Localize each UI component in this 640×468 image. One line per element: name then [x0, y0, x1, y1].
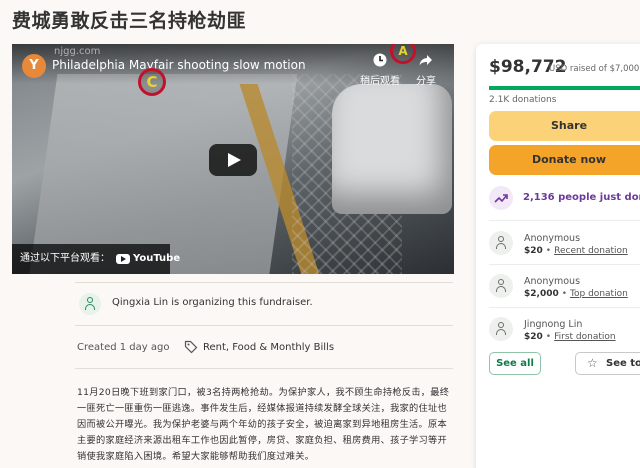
channel-avatar[interactable]: Y	[22, 54, 46, 78]
donor-avatar	[489, 274, 513, 298]
divider	[489, 307, 640, 308]
person-icon	[496, 279, 506, 293]
share-button[interactable]: Share	[489, 111, 640, 141]
video-car	[332, 84, 452, 214]
donor-meta: $20 • First donation	[524, 332, 616, 342]
donor-name: Jingnong Lin	[524, 319, 583, 330]
watch-later-button[interactable]: 稍后观看	[358, 52, 402, 87]
video-watermark: njgg.com	[54, 46, 101, 57]
donor-avatar	[489, 231, 513, 255]
donor-amount: $20	[524, 332, 543, 342]
donor-amount: $20	[524, 246, 543, 256]
progress-fill	[489, 86, 640, 90]
share-arrow-icon	[404, 52, 448, 72]
donor-name: Anonymous	[524, 233, 581, 244]
donor-amount: $2,000	[524, 289, 559, 299]
share-video-label: 分享	[416, 76, 436, 87]
donor-badge-link[interactable]: Top donation	[570, 289, 628, 299]
watch-later-label: 稍后观看	[360, 76, 400, 87]
youtube-link[interactable]: YouTube	[116, 253, 180, 265]
see-all-button[interactable]: See all	[489, 352, 541, 375]
divider	[75, 282, 453, 283]
divider	[489, 220, 640, 221]
see-top-button[interactable]: ☆ See top	[575, 352, 640, 375]
donation-card	[476, 44, 640, 468]
progress-bar	[489, 86, 640, 90]
divider	[75, 368, 453, 369]
story-text: 11月20日晚下班到家门口，被3名持两枪抢劫。为保护家人，我不顾生命持枪反击，最…	[77, 387, 450, 462]
youtube-icon	[116, 254, 130, 264]
watch-on-platform-bar[interactable]: 通过以下平台观看： YouTube	[12, 244, 180, 274]
share-video-button[interactable]: 分享	[404, 52, 448, 87]
person-icon	[496, 236, 506, 250]
youtube-label: YouTube	[133, 253, 181, 264]
donor-badge-link[interactable]: Recent donation	[554, 246, 628, 256]
clock-icon	[358, 52, 402, 72]
divider	[75, 325, 453, 326]
goal-text: USD raised of $7,000 goal	[549, 64, 640, 74]
recent-donors-text: 2,136 people just donated	[523, 192, 640, 203]
video-title[interactable]: Philadelphia Mayfair shooting slow motio…	[52, 58, 306, 72]
divider	[489, 264, 640, 265]
tag-icon	[184, 340, 198, 354]
play-button[interactable]	[209, 144, 257, 176]
page-title: 费城勇敢反击三名持枪劫匪	[12, 10, 247, 32]
donor-meta: $2,000 • Top donation	[524, 289, 628, 299]
donor-avatar	[489, 317, 513, 341]
donor-badge-link[interactable]: First donation	[554, 332, 615, 342]
video-player[interactable]: njgg.com Y Philadelphia Mayfair shooting…	[12, 44, 454, 274]
category-tags[interactable]: Rent, Food & Monthly Bills	[203, 342, 334, 353]
created-date: Created 1 day ago	[77, 342, 170, 353]
platform-label: 通过以下平台观看：	[20, 253, 110, 264]
donor-name: Anonymous	[524, 276, 581, 287]
donations-count: 2.1K donations	[489, 95, 557, 105]
person-icon	[496, 322, 506, 336]
trending-icon	[489, 186, 513, 210]
star-icon: ☆	[587, 356, 598, 370]
donor-meta: $20 • Recent donation	[524, 246, 628, 256]
person-icon	[85, 297, 95, 311]
donate-now-button[interactable]: Donate now	[489, 145, 640, 175]
see-top-label: See top	[606, 358, 640, 369]
circle-c-annotation: C	[138, 68, 166, 96]
organizer-avatar	[79, 293, 101, 315]
organizer-text: Qingxia Lin is organizing this fundraise…	[112, 297, 313, 308]
